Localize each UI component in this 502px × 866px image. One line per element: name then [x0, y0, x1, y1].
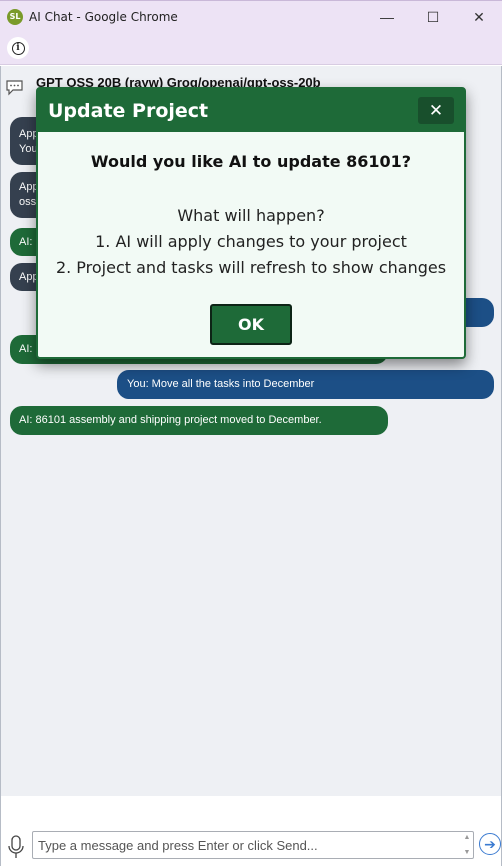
input-spinner[interactable]: ▲ ▼: [463, 834, 471, 856]
dialog-title: Update Project: [48, 99, 209, 122]
address-bar: i: [0, 32, 502, 65]
message-text: AI:: [19, 343, 33, 355]
message-text: You: Move all the tasks into December: [127, 378, 315, 390]
info-icon: i: [11, 41, 25, 55]
message-input[interactable]: [32, 831, 474, 859]
chat-message-ai: AI: 86101 assembly and shipping project …: [10, 406, 388, 435]
microphone-icon[interactable]: [7, 834, 25, 860]
dialog-step-2: 2. Project and tasks will refresh to sho…: [55, 258, 447, 277]
minimize-button[interactable]: —: [364, 1, 410, 33]
spin-up-icon[interactable]: ▲: [464, 834, 471, 841]
message-text: AI: 86101 assembly and shipping project …: [19, 414, 322, 426]
dialog-close-button[interactable]: ✕: [418, 97, 454, 124]
site-info-button[interactable]: i: [7, 37, 29, 59]
window-title: AI Chat - Google Chrome: [29, 9, 178, 24]
ok-button[interactable]: OK: [210, 304, 292, 345]
app-logo-icon: SL: [7, 8, 23, 25]
close-window-button[interactable]: ✕: [456, 1, 502, 33]
window-controls: — ☐ ✕: [364, 1, 502, 33]
maximize-button[interactable]: ☐: [410, 1, 456, 33]
dialog-step-1: 1. AI will apply changes to your project: [95, 232, 407, 251]
dialog-what-heading: What will happen?: [177, 206, 325, 225]
message-text: AI:: [19, 235, 33, 248]
message-text: You: [19, 143, 38, 155]
send-button[interactable]: ➔: [479, 833, 501, 855]
send-arrow-icon: ➔: [484, 835, 496, 852]
dialog-question: Would you like AI to update 86101?: [90, 152, 412, 171]
dialog-header: Update Project ✕: [38, 89, 464, 132]
update-project-dialog: Update Project ✕ Would you like AI to up…: [36, 87, 466, 359]
message-text: oss: [19, 196, 37, 208]
chat-bubbles-icon: [6, 80, 23, 96]
message-composer: ▲ ▼ ➔: [0, 796, 502, 866]
chat-message-user: You: Move all the tasks into December: [117, 370, 494, 399]
spin-down-icon[interactable]: ▼: [464, 849, 471, 856]
window-titlebar: SL AI Chat - Google Chrome — ☐ ✕: [0, 0, 502, 32]
